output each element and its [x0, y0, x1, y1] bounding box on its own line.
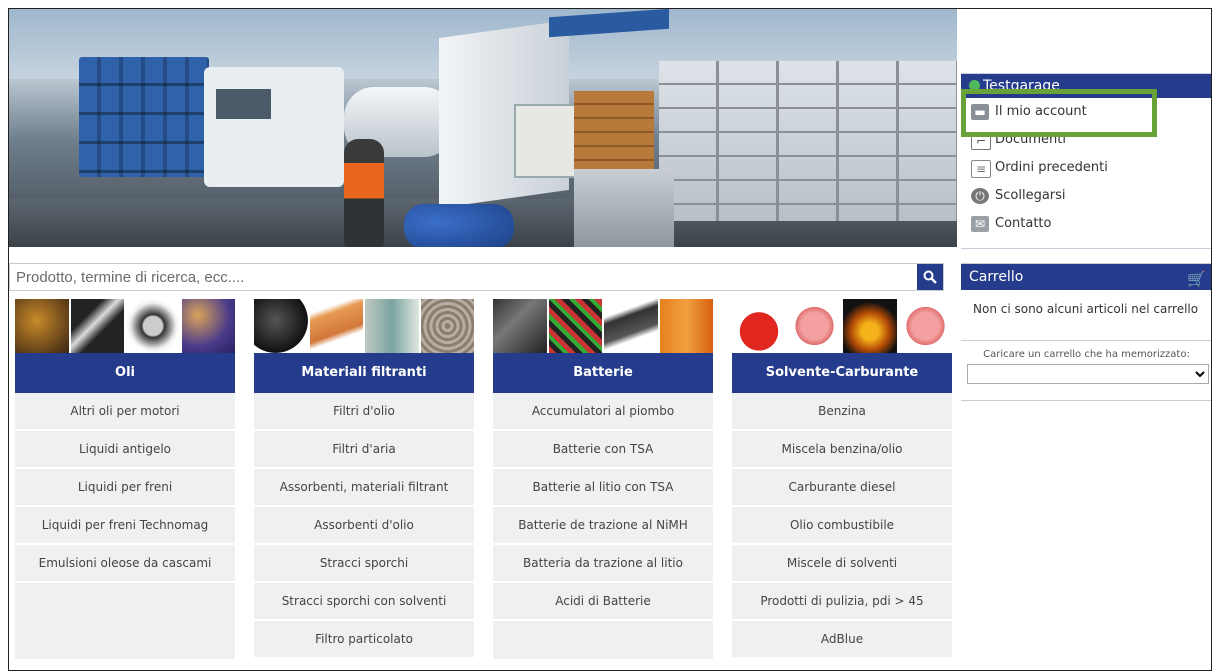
orders-icon: ≡ — [971, 160, 991, 178]
category-item[interactable]: Acidi di Batterie — [493, 583, 713, 621]
hero-banner — [9, 9, 957, 247]
category-item[interactable]: Miscele di solventi — [732, 545, 952, 583]
mail-icon: ✉ — [971, 216, 989, 232]
category-batterie: Batterie Accumulatori al piombo Batterie… — [493, 299, 713, 659]
document-icon: ⌐ — [971, 132, 991, 150]
category-item[interactable]: Altri oli per motori — [15, 393, 235, 431]
user-header: Testgarage — [961, 74, 1211, 98]
category-item[interactable]: Liquidi per freni Technomag — [15, 507, 235, 545]
menu-item-label: Ordini precedenti — [995, 160, 1108, 175]
cart-panel: Carrello 🛒 Non ci sono alcuni articoli n… — [961, 263, 1211, 401]
page-frame: Testgarage ▬ Il mio account ⌐ Documenti … — [8, 8, 1212, 671]
category-title[interactable]: Solvente-Carburante — [732, 353, 952, 393]
search-bar — [9, 263, 944, 291]
user-panel: Testgarage ▬ Il mio account ⌐ Documenti … — [961, 73, 1211, 249]
menu-item-contact[interactable]: ✉ Contatto — [961, 210, 1211, 238]
category-item[interactable]: Carburante diesel — [732, 469, 952, 507]
account-card-icon: ▬ — [971, 104, 989, 120]
menu-item-logout[interactable]: ⏻ Scollegarsi — [961, 182, 1211, 210]
worker-image — [344, 139, 384, 247]
menu-item-label: Scollegarsi — [995, 188, 1066, 203]
menu-item-label: Contatto — [995, 216, 1052, 231]
truck-image — [204, 67, 344, 187]
category-item[interactable]: Assorbenti, materiali filtrant — [254, 469, 474, 507]
category-item[interactable]: Filtro particolato — [254, 621, 474, 659]
category-title[interactable]: Batterie — [493, 353, 713, 393]
category-title[interactable]: Oli — [15, 353, 235, 393]
cart-header: Carrello 🛒 — [961, 264, 1211, 292]
online-status-icon — [969, 80, 980, 91]
category-title[interactable]: Materiali filtranti — [254, 353, 474, 393]
category-materiali-filtranti: Materiali filtranti Filtri d'olio Filtri… — [254, 299, 474, 659]
menu-item-documents[interactable]: ⌐ Documenti — [961, 126, 1211, 154]
user-name: Testgarage — [983, 78, 1060, 94]
category-item[interactable]: Stracci sporchi con solventi — [254, 583, 474, 621]
saved-cart-select[interactable] — [967, 364, 1209, 384]
category-item[interactable]: Batterie de trazione al NiMH — [493, 507, 713, 545]
category-item[interactable]: AdBlue — [732, 621, 952, 659]
category-item[interactable]: Filtri d'aria — [254, 431, 474, 469]
saved-cart-label: Caricare un carrello che ha memorizzato: — [983, 349, 1190, 360]
category-item[interactable]: Batterie al litio con TSA — [493, 469, 713, 507]
category-item[interactable]: Miscela benzina/olio — [732, 431, 952, 469]
category-item[interactable]: Assorbenti d'olio — [254, 507, 474, 545]
category-item[interactable]: Batterie con TSA — [493, 431, 713, 469]
category-images — [254, 299, 474, 353]
category-images — [732, 299, 952, 353]
ibc-containers-image — [659, 61, 957, 221]
menu-item-label: Il mio account — [995, 104, 1087, 119]
category-item[interactable]: Batteria da trazione al litio — [493, 545, 713, 583]
category-item[interactable]: Stracci sporchi — [254, 545, 474, 583]
search-input[interactable] — [10, 264, 902, 290]
category-oli: Oli Altri oli per motori Liquidi antigel… — [15, 299, 235, 659]
search-icon — [923, 270, 937, 284]
category-images — [15, 299, 235, 353]
category-images — [493, 299, 713, 353]
category-item[interactable]: Accumulatori al piombo — [493, 393, 713, 431]
category-item[interactable]: Benzina — [732, 393, 952, 431]
cart-title: Carrello — [969, 269, 1024, 285]
category-item[interactable]: Prodotti di pulizia, pdi > 45 — [732, 583, 952, 621]
category-item[interactable]: Liquidi antigelo — [15, 431, 235, 469]
menu-item-orders[interactable]: ≡ Ordini precedenti — [961, 154, 1211, 182]
menu-item-label: Documenti — [995, 132, 1066, 147]
category-item[interactable]: Olio combustibile — [732, 507, 952, 545]
power-icon: ⏻ — [971, 188, 989, 204]
category-item[interactable]: Emulsioni oleose da cascami — [15, 545, 235, 583]
cart-empty-text: Non ci sono alcuni articoli nel carrello — [973, 302, 1199, 316]
category-item[interactable]: Filtri d'olio — [254, 393, 474, 431]
search-button[interactable] — [917, 264, 943, 290]
category-item[interactable]: Liquidi per freni — [15, 469, 235, 507]
cart-icon[interactable]: 🛒 — [1187, 266, 1206, 292]
category-solvente-carburante: Solvente-Carburante Benzina Miscela benz… — [732, 299, 952, 659]
menu-item-account[interactable]: ▬ Il mio account — [961, 98, 1211, 126]
